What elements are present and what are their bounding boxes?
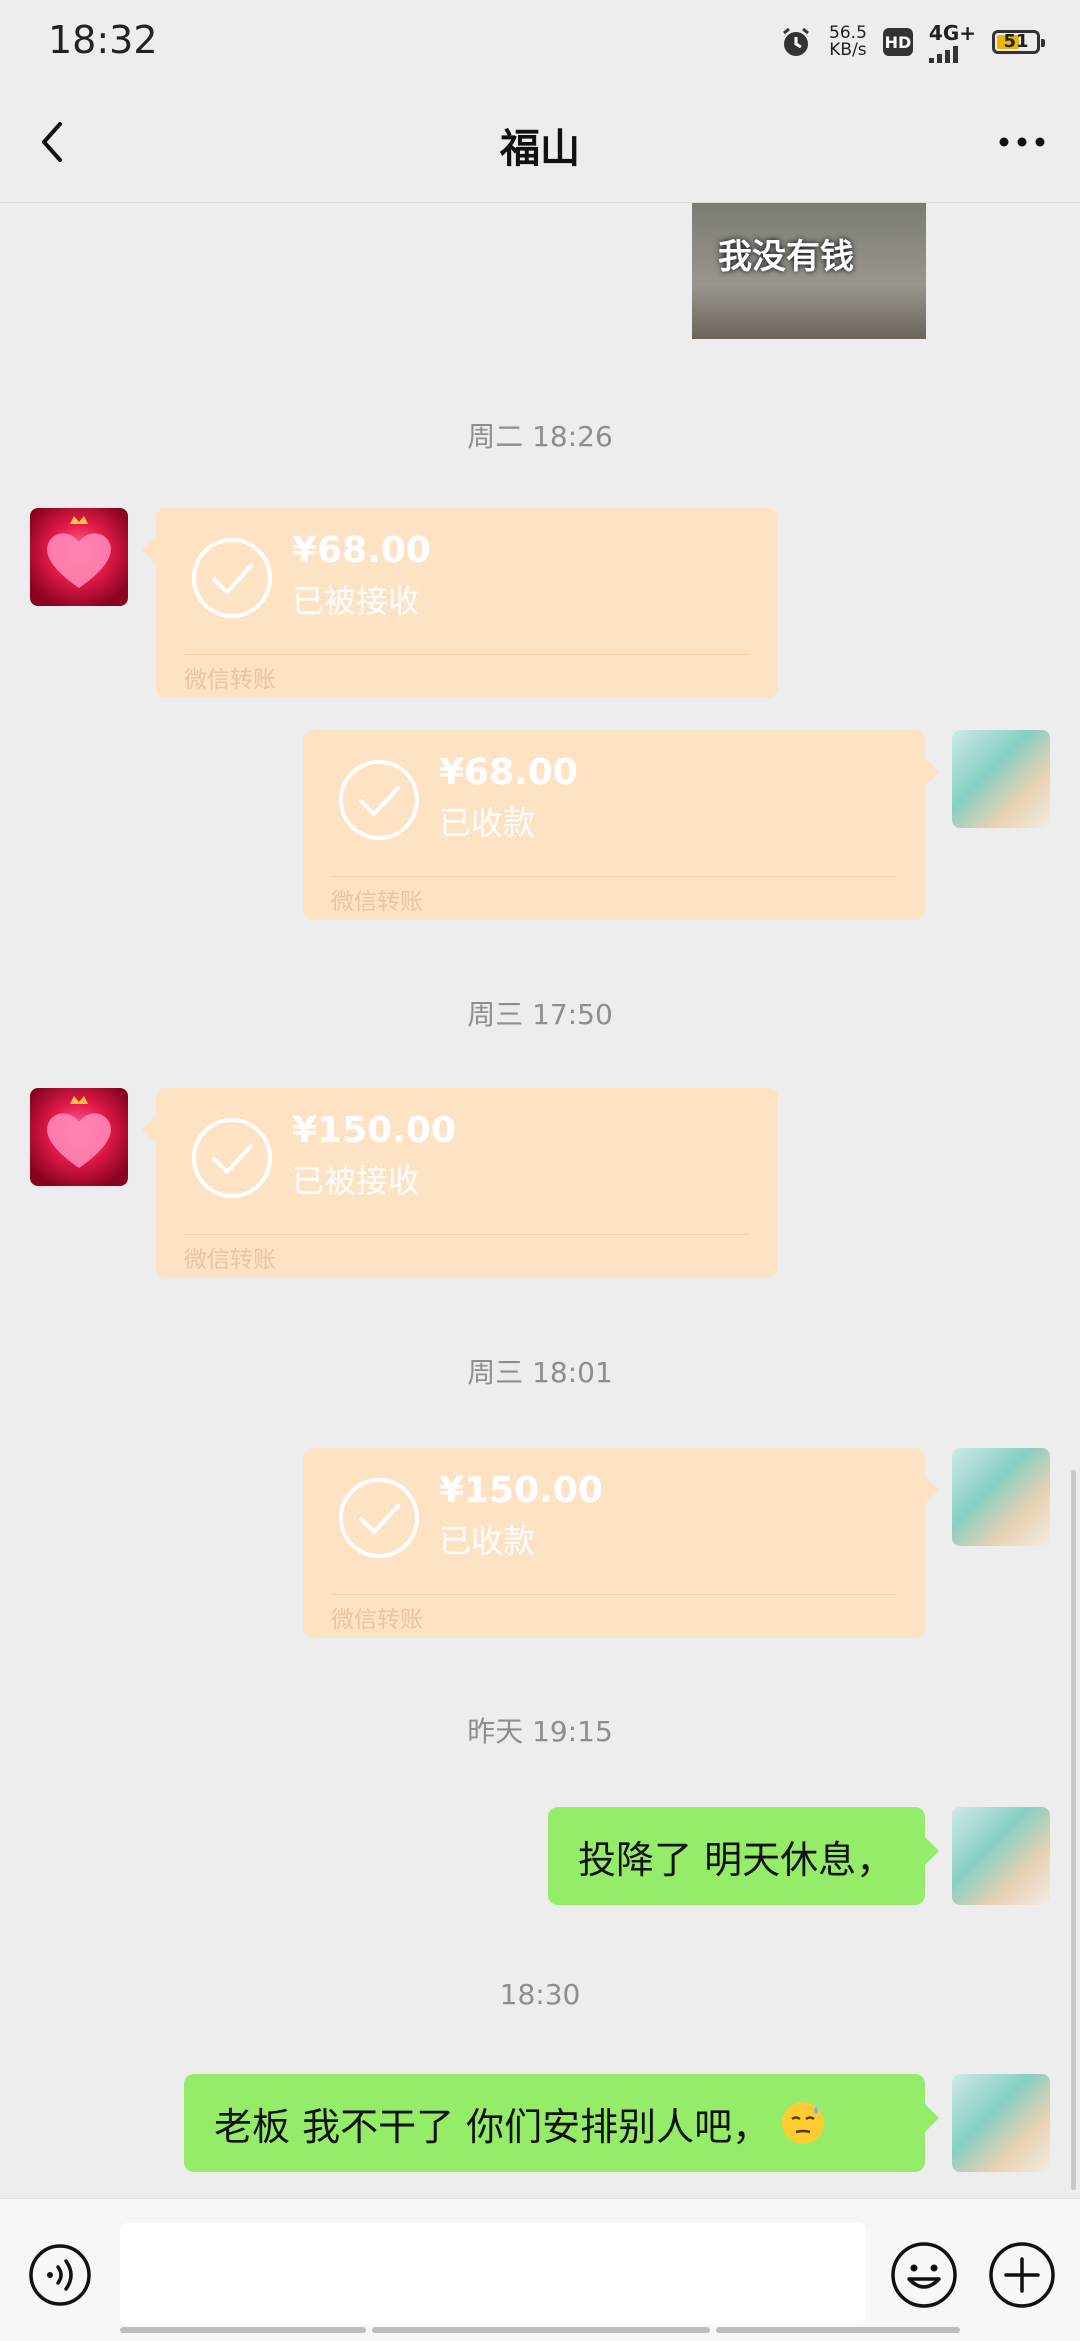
transfer-footer: 微信转账 bbox=[184, 667, 276, 693]
alarm-icon bbox=[783, 27, 809, 56]
transfer-footer: 微信转账 bbox=[184, 1247, 276, 1273]
my-avatar[interactable] bbox=[952, 730, 1050, 828]
transfer-card[interactable]: ¥68.00 已收款 微信转账 bbox=[303, 730, 939, 920]
timestamp: 周三 18:01 bbox=[467, 1356, 613, 1389]
more-dots-icon[interactable] bbox=[992, 120, 1052, 164]
check-circle-icon bbox=[339, 760, 419, 840]
status-time: 18:32 bbox=[48, 18, 158, 62]
sweat-emoji-icon bbox=[782, 2102, 825, 2144]
status-bar: 18:32 56.5 KB/s HD 4G+ 51 bbox=[0, 0, 1080, 82]
check-circle-icon bbox=[192, 538, 272, 618]
transfer-status: 已收款 bbox=[439, 1522, 536, 1560]
message-text: 投降了 明天休息， bbox=[578, 1837, 895, 1882]
transfer-status: 已收款 bbox=[439, 804, 536, 842]
transfer-footer: 微信转账 bbox=[331, 889, 423, 915]
nav-segment[interactable] bbox=[372, 2327, 710, 2333]
timestamp: 18:30 bbox=[499, 1978, 581, 2011]
transfer-footer: 微信转账 bbox=[331, 1607, 423, 1633]
navigation-bar bbox=[0, 2327, 1080, 2333]
status-icons: 56.5 KB/s HD 4G+ 51 bbox=[779, 21, 1045, 63]
transfer-amount: ¥68.00 bbox=[439, 752, 578, 793]
timestamp: 周二 18:26 bbox=[467, 420, 613, 453]
chat-title: 福山 bbox=[500, 126, 580, 172]
transfer-status: 已被接收 bbox=[292, 582, 421, 620]
battery-icon: 51 bbox=[992, 30, 1045, 54]
message-input[interactable] bbox=[120, 2223, 866, 2325]
my-avatar[interactable] bbox=[952, 1807, 1050, 1905]
scrollbar[interactable] bbox=[1071, 1470, 1076, 2190]
transfer-amount: ¥68.00 bbox=[292, 530, 431, 571]
network-indicator: 4G+ bbox=[928, 21, 976, 63]
message-text: 老板 我不干了 你们安排别人吧， bbox=[214, 2104, 771, 2149]
nav-segment[interactable] bbox=[716, 2327, 960, 2333]
my-avatar[interactable] bbox=[952, 2074, 1050, 2172]
message-bubble[interactable]: 投降了 明天休息， bbox=[548, 1807, 939, 1905]
contact-avatar[interactable] bbox=[30, 508, 128, 606]
transfer-card[interactable]: ¥150.00 已收款 微信转账 bbox=[303, 1448, 939, 1638]
heart-icon bbox=[47, 516, 111, 588]
plus-icon[interactable] bbox=[988, 2241, 1056, 2309]
heart-icon bbox=[47, 1096, 111, 1168]
chat-area[interactable]: 我没有钱 周二 18:26 ¥68.00 已被接收 微信转账 ¥68.00 已收… bbox=[0, 203, 1080, 2198]
input-bar bbox=[0, 2198, 1080, 2341]
emoji-icon[interactable] bbox=[890, 2241, 958, 2309]
check-circle-icon bbox=[192, 1118, 272, 1198]
nav-segment[interactable] bbox=[120, 2327, 366, 2333]
sticker-caption: 我没有钱 bbox=[718, 237, 854, 277]
sticker-message[interactable]: 我没有钱 bbox=[692, 203, 926, 339]
transfer-amount: ¥150.00 bbox=[439, 1470, 603, 1511]
timestamp: 昨天 19:15 bbox=[467, 1715, 613, 1748]
battery-level: 51 bbox=[1003, 31, 1029, 52]
transfer-card[interactable]: ¥68.00 已被接收 微信转账 bbox=[142, 508, 778, 698]
transfer-status: 已被接收 bbox=[292, 1162, 421, 1200]
timestamp: 周三 17:50 bbox=[467, 998, 613, 1031]
contact-avatar[interactable] bbox=[30, 1088, 128, 1186]
message-bubble[interactable]: 老板 我不干了 你们安排别人吧， bbox=[184, 2074, 939, 2172]
check-circle-icon bbox=[339, 1478, 419, 1558]
chat-header: 福山 bbox=[0, 82, 1080, 203]
transfer-card[interactable]: ¥150.00 已被接收 微信转账 bbox=[142, 1088, 778, 1278]
hd-badge: HD bbox=[882, 28, 913, 56]
net-speed: 56.5 KB/s bbox=[829, 23, 867, 60]
my-avatar[interactable] bbox=[952, 1448, 1050, 1546]
voice-icon[interactable] bbox=[28, 2243, 92, 2307]
transfer-amount: ¥150.00 bbox=[292, 1110, 456, 1151]
signal-icon bbox=[928, 46, 958, 63]
